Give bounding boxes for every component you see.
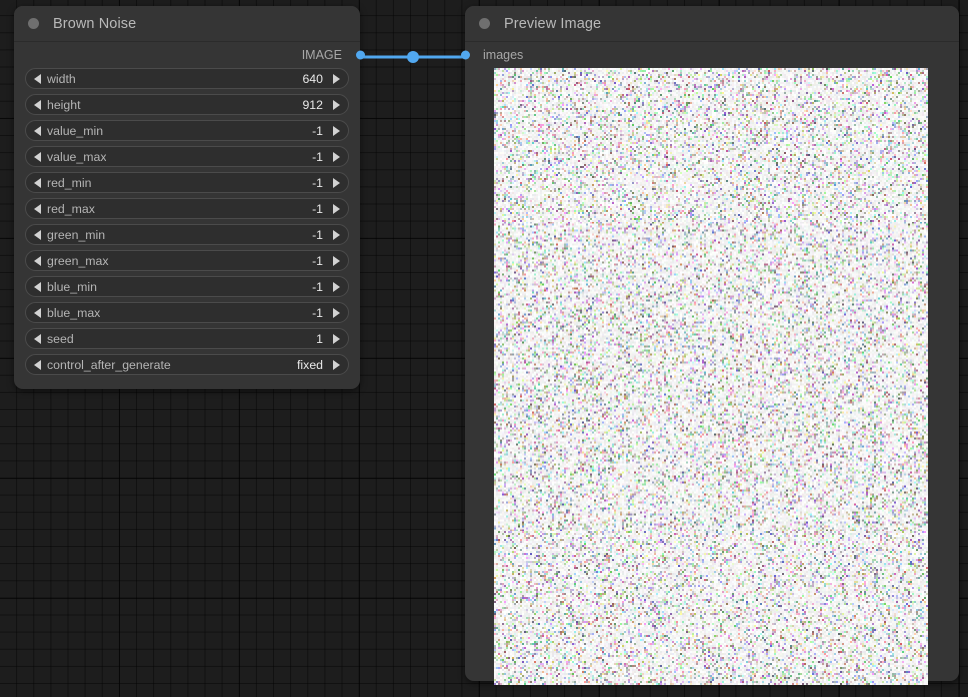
node-title-preview-image: Preview Image bbox=[504, 15, 602, 32]
node-graph-canvas[interactable]: Brown Noise IMAGE width 640 height 912 v… bbox=[0, 0, 968, 697]
widget-value-max[interactable]: value_max -1 bbox=[25, 146, 349, 167]
widget-label-red-max: red_max bbox=[47, 201, 95, 216]
widget-label-value-max: value_max bbox=[47, 149, 107, 164]
increment-arrow-icon[interactable] bbox=[333, 177, 340, 188]
decrement-arrow-icon[interactable] bbox=[34, 151, 41, 162]
increment-arrow-icon[interactable] bbox=[333, 229, 340, 240]
widget-value-red-max[interactable]: -1 bbox=[312, 202, 323, 216]
widget-value-seed[interactable]: 1 bbox=[316, 332, 323, 346]
widget-label-height: height bbox=[47, 97, 81, 112]
output-slot-image[interactable]: IMAGE bbox=[14, 42, 365, 68]
increment-arrow-icon[interactable] bbox=[333, 307, 340, 318]
decrement-arrow-icon[interactable] bbox=[34, 281, 41, 292]
widget-green-min[interactable]: green_min -1 bbox=[25, 224, 349, 245]
decrement-arrow-icon[interactable] bbox=[34, 229, 41, 240]
widget-value-min[interactable]: value_min -1 bbox=[25, 120, 349, 141]
widget-control-after-generate[interactable]: control_after_generate fixed bbox=[25, 354, 349, 375]
node-body-brown-noise: IMAGE width 640 height 912 value_min -1 … bbox=[14, 42, 365, 389]
widget-value-value-max[interactable]: -1 bbox=[312, 150, 323, 164]
widget-value-width[interactable]: 640 bbox=[302, 72, 323, 86]
output-slot-image-label: IMAGE bbox=[301, 48, 342, 62]
collapse-dot-icon[interactable] bbox=[28, 18, 39, 29]
input-slot-images[interactable]: images bbox=[460, 42, 959, 68]
widget-list-brown-noise: width 640 height 912 value_min -1 value_… bbox=[14, 68, 360, 389]
increment-arrow-icon[interactable] bbox=[333, 333, 340, 344]
widget-label-blue-max: blue_max bbox=[47, 305, 101, 320]
increment-arrow-icon[interactable] bbox=[333, 99, 340, 110]
node-titlebar-brown-noise[interactable]: Brown Noise bbox=[14, 6, 360, 42]
widget-label-green-max: green_max bbox=[47, 253, 109, 268]
widget-label-blue-min: blue_min bbox=[47, 279, 97, 294]
widget-value-red-min[interactable]: -1 bbox=[312, 176, 323, 190]
widget-value-green-max[interactable]: -1 bbox=[312, 254, 323, 268]
node-titlebar-preview-image[interactable]: Preview Image bbox=[465, 6, 959, 42]
decrement-arrow-icon[interactable] bbox=[34, 177, 41, 188]
widget-label-control-after-generate: control_after_generate bbox=[47, 357, 171, 372]
input-slot-images-dot[interactable] bbox=[460, 50, 470, 60]
preview-image-wrap bbox=[465, 68, 959, 685]
decrement-arrow-icon[interactable] bbox=[34, 203, 41, 214]
input-slot-images-label: images bbox=[483, 48, 524, 62]
widget-label-green-min: green_min bbox=[47, 227, 106, 242]
widget-red-max[interactable]: red_max -1 bbox=[25, 198, 349, 219]
decrement-arrow-icon[interactable] bbox=[34, 255, 41, 266]
widget-value-green-min[interactable]: -1 bbox=[312, 228, 323, 242]
increment-arrow-icon[interactable] bbox=[333, 359, 340, 370]
widget-value-value-min[interactable]: -1 bbox=[312, 124, 323, 138]
widget-width[interactable]: width 640 bbox=[25, 68, 349, 89]
widget-label-value-min: value_min bbox=[47, 123, 104, 138]
widget-value-blue-max[interactable]: -1 bbox=[312, 306, 323, 320]
decrement-arrow-icon[interactable] bbox=[34, 333, 41, 344]
noise-image-canvas bbox=[494, 68, 928, 685]
widget-seed[interactable]: seed 1 bbox=[25, 328, 349, 349]
decrement-arrow-icon[interactable] bbox=[34, 359, 41, 370]
widget-label-width: width bbox=[47, 71, 76, 86]
decrement-arrow-icon[interactable] bbox=[34, 73, 41, 84]
widget-value-control-after-generate[interactable]: fixed bbox=[297, 358, 323, 372]
widget-value-height[interactable]: 912 bbox=[302, 98, 323, 112]
increment-arrow-icon[interactable] bbox=[333, 281, 340, 292]
widget-blue-min[interactable]: blue_min -1 bbox=[25, 276, 349, 297]
node-body-preview-image: images bbox=[460, 42, 959, 685]
widget-label-red-min: red_min bbox=[47, 175, 92, 190]
widget-green-max[interactable]: green_max -1 bbox=[25, 250, 349, 271]
output-slot-image-dot[interactable] bbox=[355, 50, 365, 60]
collapse-dot-icon[interactable] bbox=[479, 18, 490, 29]
node-preview-image[interactable]: Preview Image images bbox=[460, 6, 959, 685]
preview-image-display[interactable] bbox=[494, 68, 928, 685]
link-midpoint-dot[interactable] bbox=[407, 51, 419, 63]
decrement-arrow-icon[interactable] bbox=[34, 125, 41, 136]
node-brown-noise[interactable]: Brown Noise IMAGE width 640 height 912 v… bbox=[14, 6, 365, 389]
increment-arrow-icon[interactable] bbox=[333, 73, 340, 84]
increment-arrow-icon[interactable] bbox=[333, 151, 340, 162]
widget-blue-max[interactable]: blue_max -1 bbox=[25, 302, 349, 323]
widget-red-min[interactable]: red_min -1 bbox=[25, 172, 349, 193]
decrement-arrow-icon[interactable] bbox=[34, 99, 41, 110]
widget-height[interactable]: height 912 bbox=[25, 94, 349, 115]
increment-arrow-icon[interactable] bbox=[333, 255, 340, 266]
increment-arrow-icon[interactable] bbox=[333, 125, 340, 136]
increment-arrow-icon[interactable] bbox=[333, 203, 340, 214]
widget-value-blue-min[interactable]: -1 bbox=[312, 280, 323, 294]
node-title-brown-noise: Brown Noise bbox=[53, 15, 137, 32]
widget-label-seed: seed bbox=[47, 331, 74, 346]
decrement-arrow-icon[interactable] bbox=[34, 307, 41, 318]
